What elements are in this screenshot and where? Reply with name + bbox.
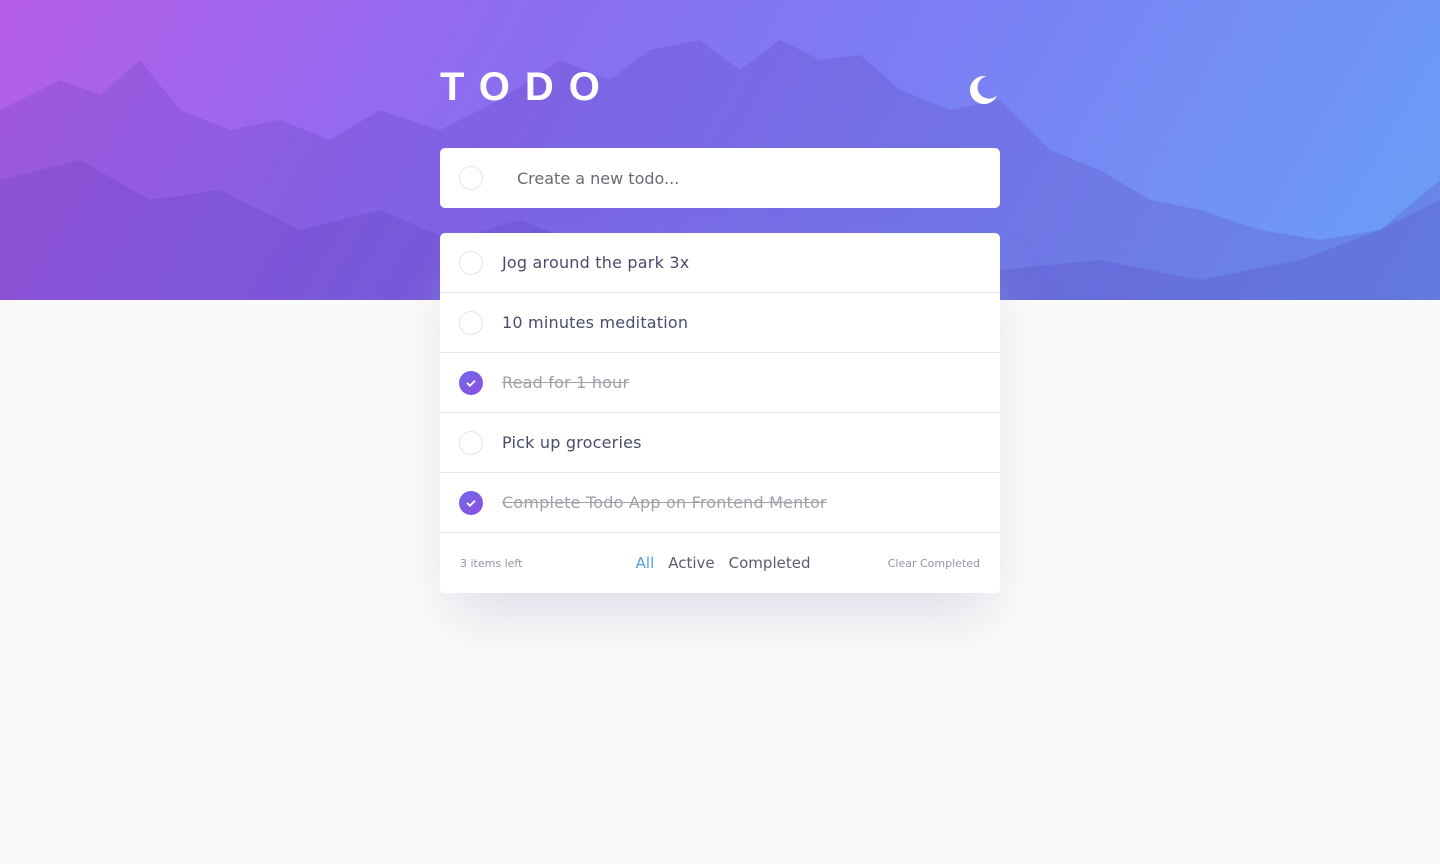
items-left-count: 3 items left bbox=[460, 556, 523, 570]
todo-check-circle[interactable] bbox=[459, 430, 483, 455]
todo-check-circle[interactable] bbox=[459, 250, 483, 275]
todo-check-circle[interactable] bbox=[459, 310, 483, 335]
app-header: TODO bbox=[440, 62, 1000, 112]
todo-text: Read for 1 hour bbox=[502, 373, 630, 392]
filter-all[interactable]: All bbox=[636, 554, 655, 572]
todo-check-circle[interactable] bbox=[459, 370, 483, 395]
todo-check-circle[interactable] bbox=[459, 490, 483, 515]
todo-text: 10 minutes meditation bbox=[502, 313, 689, 332]
filter-active[interactable]: Active bbox=[668, 554, 714, 572]
todo-text: Complete Todo App on Frontend Mentor bbox=[502, 493, 827, 512]
new-todo-input[interactable] bbox=[517, 168, 957, 188]
moon-icon[interactable] bbox=[970, 75, 998, 105]
check-icon bbox=[466, 499, 476, 507]
todo-item[interactable]: Pick up groceries bbox=[440, 413, 1000, 473]
filter-tabs: All Active Completed bbox=[636, 554, 811, 572]
check-icon bbox=[466, 379, 476, 387]
todo-list: Jog around the park 3x 10 minutes medita… bbox=[440, 233, 1000, 593]
todo-item[interactable]: Complete Todo App on Frontend Mentor bbox=[440, 473, 1000, 533]
todo-item[interactable]: Read for 1 hour bbox=[440, 353, 1000, 413]
app-title: TODO bbox=[440, 64, 615, 109]
todo-item[interactable]: 10 minutes meditation bbox=[440, 293, 1000, 353]
todo-text: Jog around the park 3x bbox=[502, 253, 690, 272]
list-footer: 3 items left All Active Completed Clear … bbox=[440, 533, 1000, 593]
new-todo-bar bbox=[440, 148, 1000, 208]
new-todo-check-circle[interactable] bbox=[459, 166, 483, 190]
todo-text: Pick up groceries bbox=[502, 433, 642, 452]
filter-completed[interactable]: Completed bbox=[729, 554, 811, 572]
clear-completed-button[interactable]: Clear Completed bbox=[888, 557, 980, 570]
todo-item[interactable]: Jog around the park 3x bbox=[440, 233, 1000, 293]
